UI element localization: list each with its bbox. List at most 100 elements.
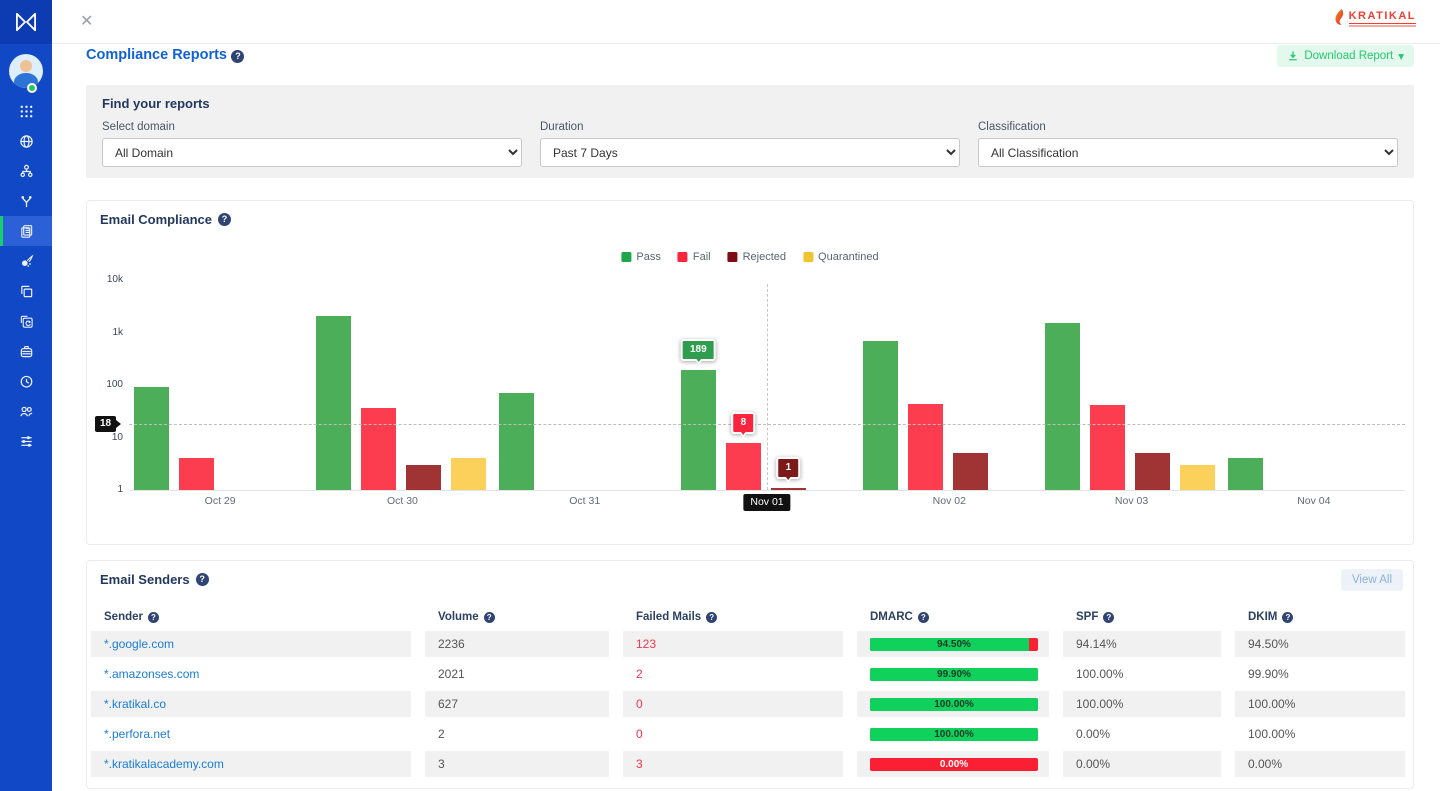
chart-bar-pass[interactable] bbox=[499, 393, 534, 490]
chart-bar-fail[interactable] bbox=[179, 458, 214, 490]
email-compliance-chart: 10k1k100101Oct 29Oct 30Oct 31Nov 01Nov 0… bbox=[87, 201, 1413, 544]
help-icon[interactable]: ? bbox=[196, 573, 209, 586]
copy-icon bbox=[19, 284, 34, 299]
page-title: Compliance Reports bbox=[86, 47, 227, 63]
dkim-value: 94.50% bbox=[1235, 631, 1405, 657]
chart-bar-rejected[interactable] bbox=[771, 488, 806, 490]
chart-bar-pass[interactable] bbox=[1045, 323, 1080, 490]
main-area: ✕ KRATIKAL Compliance Reports ? Download… bbox=[52, 0, 1440, 791]
sender-link[interactable]: *.google.com bbox=[104, 631, 174, 657]
view-all-button[interactable]: View All bbox=[1341, 569, 1403, 591]
table-row: *.perfora.net20100.00%0.00%100.00% bbox=[91, 721, 1413, 747]
chart-bar-pass[interactable] bbox=[1228, 458, 1263, 490]
failed-mails-value: 2 bbox=[623, 661, 843, 687]
help-icon[interactable]: ? bbox=[484, 612, 495, 623]
x-axis-label: Nov 03 bbox=[1087, 495, 1177, 507]
chart-bar-rejected[interactable] bbox=[1135, 453, 1170, 490]
help-icon[interactable]: ? bbox=[1103, 612, 1114, 623]
select-domain-label: Select domain bbox=[102, 121, 522, 133]
y-axis-label: 10k bbox=[93, 274, 123, 285]
sidebar-item-reports[interactable] bbox=[0, 216, 52, 246]
sender-link[interactable]: *.kratikal.co bbox=[104, 691, 166, 717]
chart-bar-fail[interactable] bbox=[726, 443, 761, 490]
help-icon[interactable]: ? bbox=[148, 612, 159, 623]
butterfly-m-logo-icon bbox=[14, 12, 38, 32]
sidebar-item-history[interactable] bbox=[0, 366, 52, 396]
sender-link[interactable]: *.perfora.net bbox=[104, 721, 170, 747]
sidebar-item-copy-sync[interactable] bbox=[0, 306, 52, 336]
column-header-spf: SPF? bbox=[1063, 605, 1221, 631]
sidebar-item-comet[interactable] bbox=[0, 246, 52, 276]
sidebar-item-copy[interactable] bbox=[0, 276, 52, 306]
chart-bar-pass[interactable] bbox=[134, 387, 169, 490]
y-axis-label: 1 bbox=[93, 484, 123, 495]
domain-select[interactable]: All Domain bbox=[102, 138, 522, 167]
dmarc-progress: 100.00% bbox=[870, 698, 1038, 711]
dkim-value: 100.00% bbox=[1235, 691, 1405, 717]
avatar[interactable] bbox=[9, 54, 43, 88]
chart-bar-rejected[interactable] bbox=[406, 465, 441, 490]
topbar: ✕ KRATIKAL bbox=[52, 0, 1440, 44]
app-logo[interactable] bbox=[0, 0, 52, 44]
flame-icon bbox=[1335, 9, 1346, 27]
dmarc-progress: 99.90% bbox=[870, 668, 1038, 681]
sidebar-item-sliders[interactable] bbox=[0, 426, 52, 456]
y-axis-label: 100 bbox=[93, 379, 123, 390]
sliders-icon bbox=[19, 434, 34, 449]
chart-bar-rejected[interactable] bbox=[953, 453, 988, 490]
sidebar-item-apps[interactable] bbox=[0, 96, 52, 126]
help-icon[interactable]: ? bbox=[918, 612, 929, 623]
dmarc-progress: 100.00% bbox=[870, 728, 1038, 741]
filters-panel: Find your reports Select domain All Doma… bbox=[86, 85, 1414, 178]
dmarc-progress: 0.00% bbox=[870, 758, 1038, 771]
failed-mails-value: 3 bbox=[623, 751, 843, 777]
sidebar-item-globe[interactable] bbox=[0, 126, 52, 156]
chart-bar-fail[interactable] bbox=[1090, 405, 1125, 490]
x-axis-label: Oct 31 bbox=[540, 495, 630, 507]
duration-select[interactable]: Past 7 Days bbox=[540, 138, 960, 167]
sender-link[interactable]: *.kratikalacademy.com bbox=[104, 751, 224, 777]
sender-link[interactable]: *.amazonses.com bbox=[104, 661, 199, 687]
chart-bar-fail[interactable] bbox=[361, 408, 396, 490]
caret-down-icon: ▾ bbox=[1398, 49, 1404, 63]
close-icon[interactable]: ✕ bbox=[80, 12, 93, 32]
sidebar-item-sitemap[interactable] bbox=[0, 156, 52, 186]
filters-heading: Find your reports bbox=[102, 96, 1398, 111]
sidebar-item-branch[interactable] bbox=[0, 186, 52, 216]
y-axis-label: 10 bbox=[93, 432, 123, 443]
chart-bar-pass[interactable] bbox=[316, 316, 351, 490]
column-header-volume: Volume? bbox=[425, 605, 609, 631]
chart-bar-pass[interactable] bbox=[681, 370, 716, 490]
volume-value: 2 bbox=[425, 721, 609, 747]
volume-value: 2021 bbox=[425, 661, 609, 687]
chart-bar-quarantined[interactable] bbox=[1180, 465, 1215, 490]
column-header-sender: Sender? bbox=[91, 605, 411, 631]
spf-value: 94.14% bbox=[1063, 631, 1221, 657]
dmarc-progress: 94.50% bbox=[870, 638, 1038, 651]
chart-bar-fail[interactable] bbox=[908, 404, 943, 490]
x-axis-label: Oct 29 bbox=[175, 495, 265, 507]
x-axis-label-highlighted: Nov 01 bbox=[743, 494, 790, 511]
apps-grid-icon bbox=[19, 104, 34, 119]
spf-value: 0.00% bbox=[1063, 751, 1221, 777]
chart-bar-pass[interactable] bbox=[863, 341, 898, 490]
download-report-button[interactable]: Download Report ▾ bbox=[1277, 45, 1414, 67]
history-clock-icon bbox=[19, 374, 34, 389]
help-icon[interactable]: ? bbox=[231, 50, 244, 63]
kratikal-logo: KRATIKAL bbox=[1335, 9, 1416, 27]
spf-value: 100.00% bbox=[1063, 661, 1221, 687]
table-row: *.kratikalacademy.com330.00%0.00%0.00% bbox=[91, 751, 1413, 777]
column-header-dkim: DKIM? bbox=[1235, 605, 1405, 631]
sidebar-item-briefcase[interactable] bbox=[0, 336, 52, 366]
sidebar-item-users[interactable] bbox=[0, 396, 52, 426]
failed-mails-value: 0 bbox=[623, 721, 843, 747]
chart-bar-quarantined[interactable] bbox=[451, 458, 486, 490]
help-icon[interactable]: ? bbox=[706, 612, 717, 623]
spf-value: 0.00% bbox=[1063, 721, 1221, 747]
crosshair-vline bbox=[767, 284, 768, 490]
y-axis-label: 1k bbox=[93, 327, 123, 338]
classification-select[interactable]: All Classification bbox=[978, 138, 1398, 167]
branch-icon bbox=[19, 194, 34, 209]
help-icon[interactable]: ? bbox=[1282, 612, 1293, 623]
brand-tagline bbox=[1349, 25, 1416, 27]
